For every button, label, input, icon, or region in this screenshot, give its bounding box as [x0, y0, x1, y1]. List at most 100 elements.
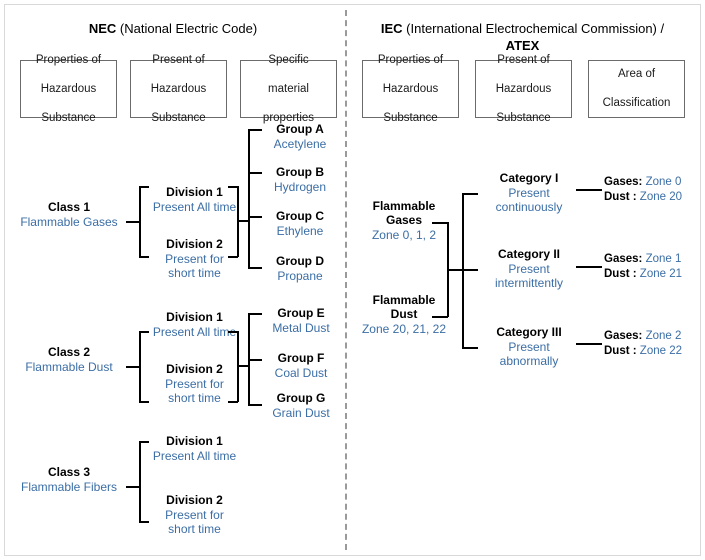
iec-flammable-gases-zones: Zone 0, 1, 2: [371, 228, 437, 242]
iec-box-properties: Properties of Hazardous Substance: [362, 54, 459, 124]
iec-category-1-sub1: Present: [508, 186, 550, 200]
nec-group-d-material: Propane: [277, 269, 323, 283]
iec-box-properties-line1: Properties of: [377, 53, 444, 66]
connector-gases-stem: [432, 222, 448, 224]
nec-class-1-title: Class 1: [47, 200, 91, 214]
nec-heading: NEC (National Electric Code): [18, 20, 328, 37]
iec-box-properties-line2: Hazardous: [382, 82, 439, 95]
nec-heading-rest: (National Electric Code): [116, 21, 258, 36]
nec-group-c-material: Ethylene: [276, 224, 324, 238]
nec-group-b-title: Group B: [276, 165, 324, 179]
iec-zone-1-dust-value: Zone 20: [639, 191, 682, 203]
nec-division-1c-sub1: Present All time: [152, 449, 237, 463]
iec-category-2-sub1: Present: [508, 262, 550, 276]
iec-zone-2-dust-value: Zone 21: [639, 268, 682, 280]
nec-class-3-title: Class 3: [47, 465, 91, 479]
iec-zone-3-gases-row: Gases: Zone 2: [604, 329, 682, 344]
iec-zone-1-dust-row: Dust : Zone 20: [604, 190, 682, 205]
iec-flammable-gases-title2: Gases: [385, 213, 423, 227]
connector-dust-stem: [432, 316, 448, 318]
iec-zone-2-gases-key: Gases:: [604, 253, 643, 265]
iec-zone-3-gases-value: Zone 2: [645, 330, 682, 342]
nec-box-properties-line1: Properties of: [35, 53, 102, 66]
connector-class1-bracket: [139, 186, 141, 257]
nec-group-g-material: Grain Dust: [272, 406, 330, 420]
iec-zone-block-3: Gases: Zone 2 Dust : Zone 22: [604, 329, 682, 359]
iec-box-area-line2: Classification: [602, 97, 671, 110]
iec-flammable-dust-zones: Zone 20, 21, 22: [361, 322, 447, 336]
nec-box-present-line1: Present of: [152, 53, 205, 66]
nec-division-2a-sub1: Present for: [165, 252, 224, 266]
nec-division-1b-title: Division 1: [166, 310, 223, 324]
iec-zone-3-dust-value: Zone 22: [639, 345, 682, 357]
nec-box-present: Present of Hazardous Substance: [130, 54, 227, 124]
nec-group-a-title: Group A: [276, 122, 324, 136]
iec-box-area-classification: Area of Classification: [588, 60, 685, 118]
nec-class-3-subtitle: Flammable Fibers: [20, 480, 118, 494]
connector-substances-to-categories: [447, 269, 463, 271]
iec-box-properties-line3: Substance: [383, 111, 438, 124]
nec-box-specific-material: Specific material properties: [240, 54, 337, 124]
nec-box-properties-line2: Hazardous: [40, 82, 97, 95]
nec-division-2b-sub2: short time: [168, 391, 221, 405]
iec-zone-2-gases-value: Zone 1: [645, 253, 682, 265]
iec-zone-2-dust-key: Dust :: [604, 268, 637, 280]
iec-heading-rest: (International Electrochemical Commissio…: [402, 21, 665, 36]
iec-heading-bold: IEC: [380, 21, 403, 36]
iec-category-3-sub2: abnormally: [499, 354, 559, 368]
connector-groups-ad-bracket: [248, 129, 250, 268]
iec-flammable-gases-title1: Flammable: [372, 199, 436, 213]
iec-zone-block-1: Gases: Zone 0 Dust : Zone 20: [604, 175, 682, 205]
iec-heading: IEC (International Electrochemical Commi…: [360, 20, 685, 54]
iec-zone-1-gases-row: Gases: Zone 0: [604, 175, 682, 190]
nec-division-2c-sub2: short time: [168, 522, 221, 536]
nec-division-2a-sub2: short time: [168, 266, 221, 280]
iec-zone-1-gases-key: Gases:: [604, 176, 643, 188]
iec-zone-3-dust-key: Dust :: [604, 345, 637, 357]
nec-class-2-title: Class 2: [47, 345, 91, 359]
connector-category-3-to-zone: [576, 343, 602, 345]
iec-zone-2-gases-row: Gases: Zone 1: [604, 252, 682, 267]
connector-class3-bracket: [139, 441, 141, 522]
nec-class-2-subtitle: Flammable Dust: [25, 360, 113, 374]
iec-zone-block-2: Gases: Zone 1 Dust : Zone 21: [604, 252, 682, 282]
nec-group-f-title: Group F: [277, 351, 325, 365]
connector-class2-bracket: [139, 331, 141, 402]
nec-box-properties: Properties of Hazardous Substance: [20, 54, 117, 124]
iec-zone-1-dust-key: Dust :: [604, 191, 637, 203]
iec-category-1-title: Category I: [499, 171, 559, 185]
nec-box-specific-line2: material: [268, 82, 309, 95]
diagram-canvas: NEC (National Electric Code) Properties …: [0, 0, 705, 560]
nec-group-f-material: Coal Dust: [274, 366, 328, 380]
iec-category-3-sub1: Present: [508, 340, 550, 354]
iec-zone-2-dust-row: Dust : Zone 21: [604, 267, 682, 282]
iec-category-1-sub2: continuously: [495, 200, 563, 214]
iec-heading-atex: ATEX: [505, 38, 540, 53]
nec-division-1c-title: Division 1: [166, 434, 223, 448]
nec-box-present-line3: Substance: [151, 111, 206, 124]
nec-group-a-material: Acetylene: [273, 137, 327, 151]
iec-category-2-title: Category II: [497, 247, 560, 261]
iec-zone-3-gases-key: Gases:: [604, 330, 643, 342]
nec-group-b-material: Hydrogen: [273, 180, 327, 194]
nec-heading-bold: NEC: [88, 21, 117, 36]
nec-group-e-title: Group E: [277, 306, 325, 320]
connector-category-1-arm: [462, 193, 478, 195]
nec-box-specific-line1: Specific: [268, 53, 309, 66]
nec-division-2b-title: Division 2: [166, 362, 223, 376]
connector-class2-stem: [126, 366, 140, 369]
nec-group-d-title: Group D: [276, 254, 324, 268]
connector-category-3-arm: [462, 347, 478, 349]
nec-class-1-subtitle: Flammable Gases: [20, 215, 118, 229]
nec-division-2a-title: Division 2: [166, 237, 223, 251]
nec-division-2c-sub1: Present for: [165, 508, 224, 522]
iec-category-3-title: Category III: [496, 325, 562, 339]
section-divider: [345, 10, 347, 550]
nec-division-2c-title: Division 2: [166, 493, 223, 507]
iec-flammable-dust-title2: Dust: [390, 307, 418, 321]
iec-zone-1-gases-value: Zone 0: [645, 176, 682, 188]
iec-box-present-line1: Present of: [497, 53, 550, 66]
nec-group-c-title: Group C: [276, 209, 324, 223]
nec-box-properties-line3: Substance: [41, 111, 96, 124]
nec-group-e-material: Metal Dust: [272, 321, 330, 335]
